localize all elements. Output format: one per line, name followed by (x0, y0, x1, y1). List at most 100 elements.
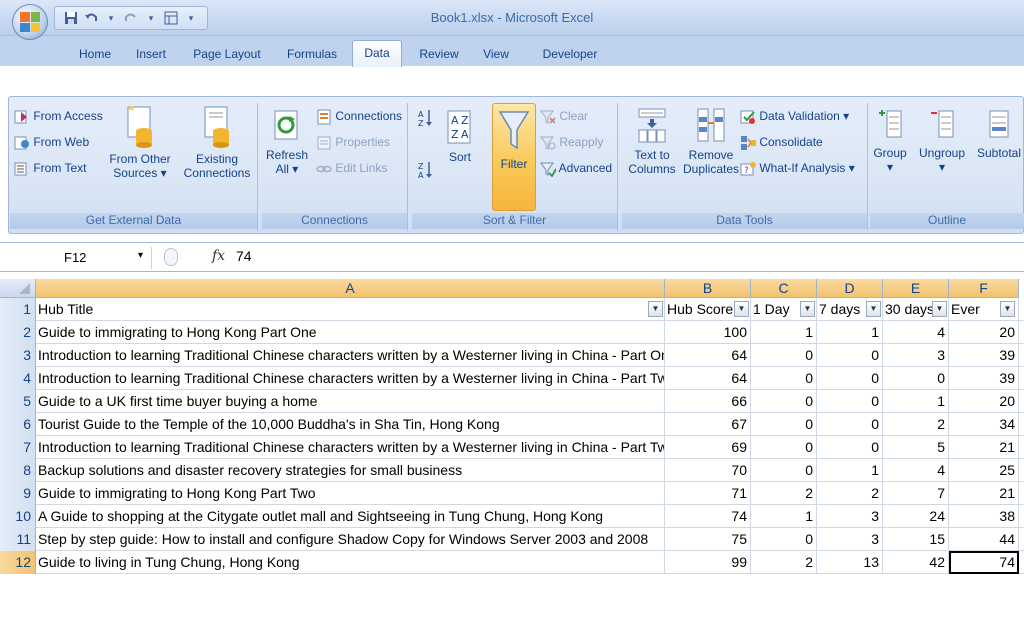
cell-hub-score[interactable]: 64 (665, 367, 751, 390)
row-number[interactable]: 4 (0, 367, 36, 390)
clear-button[interactable]: Clear (540, 109, 588, 125)
text-to-columns-button[interactable]: Text to Columns (624, 105, 680, 176)
row-number[interactable]: 1 (0, 298, 36, 321)
cell-hub-title[interactable]: Guide to immigrating to Hong Kong Part O… (36, 321, 665, 344)
consolidate-button[interactable]: Consolidate (740, 135, 823, 151)
cell-1-day[interactable]: 0 (751, 459, 817, 482)
insert-function-icon[interactable]: fx (212, 248, 225, 264)
from-text-button[interactable]: From Text (14, 161, 86, 177)
group-button[interactable]: Group ▾ (872, 105, 908, 174)
filter-dropdown-b[interactable]: ▼ (734, 301, 749, 317)
row-number[interactable]: 7 (0, 436, 36, 459)
filter-dropdown-e[interactable]: ▼ (932, 301, 947, 317)
cell-hub-title[interactable]: Guide to living in Tung Chung, Hong Kong (36, 551, 665, 574)
cell-hub-score[interactable]: 100 (665, 321, 751, 344)
from-web-button[interactable]: From Web (14, 135, 89, 151)
cell-hub-title[interactable]: Step by step guide: How to install and c… (36, 528, 665, 551)
ungroup-button[interactable]: Ungroup ▾ (914, 105, 970, 174)
row-number[interactable]: 10 (0, 505, 36, 528)
filter-dropdown-d[interactable]: ▼ (866, 301, 881, 317)
tab-data[interactable]: Data (352, 40, 402, 67)
name-box[interactable]: F12 ▾ (6, 247, 152, 269)
tab-insert[interactable]: Insert (128, 44, 174, 66)
sort-button[interactable]: AZZA Sort (440, 107, 480, 164)
formula-input[interactable]: 74 (236, 248, 252, 264)
cell-hub-title[interactable]: Tourist Guide to the Temple of the 10,00… (36, 413, 665, 436)
cell-30-days[interactable]: 2 (883, 413, 949, 436)
cell-ever[interactable]: 74 (949, 551, 1019, 574)
select-all-corner[interactable] (0, 279, 36, 298)
row-number[interactable]: 3 (0, 344, 36, 367)
cell-1-day[interactable]: 1 (751, 505, 817, 528)
cell-30-days[interactable]: 0 (883, 367, 949, 390)
formula-bar-splitter[interactable] (164, 248, 178, 266)
advanced-button[interactable]: Advanced (540, 161, 612, 177)
cell-ever[interactable]: 39 (949, 344, 1019, 367)
from-access-button[interactable]: From Access (14, 109, 103, 125)
filter-dropdown-a[interactable]: ▼ (648, 301, 663, 317)
cell-ever[interactable]: 39 (949, 367, 1019, 390)
column-header-e[interactable]: E (883, 279, 949, 298)
cell-7-days[interactable]: 0 (817, 367, 883, 390)
cell-hub-title[interactable]: Introduction to learning Traditional Chi… (36, 344, 665, 367)
cell-ever[interactable]: 34 (949, 413, 1019, 436)
tab-formulas[interactable]: Formulas (280, 44, 344, 66)
properties-button[interactable]: Properties (316, 135, 390, 151)
cell-hub-title[interactable]: A Guide to shopping at the Citygate outl… (36, 505, 665, 528)
cell-1-day[interactable]: 2 (751, 551, 817, 574)
cell-30-days[interactable]: 7 (883, 482, 949, 505)
cell-hub-score[interactable]: 71 (665, 482, 751, 505)
tab-view[interactable]: View (474, 44, 518, 66)
cell-30-days[interactable]: 3 (883, 344, 949, 367)
cell-7-days[interactable]: 13 (817, 551, 883, 574)
data-validation-button[interactable]: Data Validation ▾ (740, 109, 849, 125)
subtotal-button[interactable]: Subtotal (974, 105, 1024, 160)
cell-7-days[interactable]: 0 (817, 344, 883, 367)
from-other-sources-button[interactable]: From Other Sources ▾ (108, 105, 172, 180)
cell-7-days[interactable]: 1 (817, 321, 883, 344)
cell-7-days[interactable]: 3 (817, 528, 883, 551)
cell-ever[interactable]: 21 (949, 482, 1019, 505)
column-header-b[interactable]: B (665, 279, 751, 298)
row-number[interactable]: 11 (0, 528, 36, 551)
cell-hub-score[interactable]: 70 (665, 459, 751, 482)
tab-developer[interactable]: Developer (532, 44, 608, 66)
cell-hub-title[interactable]: Guide to a UK first time buyer buying a … (36, 390, 665, 413)
what-if-analysis-button[interactable]: ? What-If Analysis ▾ (740, 161, 855, 177)
column-header-c[interactable]: C (751, 279, 817, 298)
cell-hub-score[interactable]: 74 (665, 505, 751, 528)
row-number[interactable]: 6 (0, 413, 36, 436)
name-box-dropdown-icon[interactable]: ▾ (138, 250, 143, 261)
cell-1-day[interactable]: 0 (751, 390, 817, 413)
row-number[interactable]: 2 (0, 321, 36, 344)
filter-dropdown-c[interactable]: ▼ (800, 301, 815, 317)
cell-1-day[interactable]: 0 (751, 367, 817, 390)
filter-dropdown-f[interactable]: ▼ (1000, 301, 1015, 317)
cell-hub-score[interactable]: 75 (665, 528, 751, 551)
cell-7-days[interactable]: 0 (817, 390, 883, 413)
row-number[interactable]: 8 (0, 459, 36, 482)
column-header-a[interactable]: A (36, 279, 665, 298)
row-number[interactable]: 9 (0, 482, 36, 505)
cell-hub-score[interactable]: 66 (665, 390, 751, 413)
filter-button[interactable]: Filter (492, 103, 536, 211)
cell-1-day[interactable]: 1 (751, 321, 817, 344)
cell-ever[interactable]: 21 (949, 436, 1019, 459)
column-header-f[interactable]: F (949, 279, 1019, 298)
cell-hub-title[interactable]: Backup solutions and disaster recovery s… (36, 459, 665, 482)
sort-a-to-z-button[interactable]: AZ (418, 109, 432, 129)
cell-7-days[interactable]: 0 (817, 413, 883, 436)
cell-30-days[interactable]: 15 (883, 528, 949, 551)
cell-hub-score[interactable]: 99 (665, 551, 751, 574)
cell-hub-title[interactable]: Guide to immigrating to Hong Kong Part T… (36, 482, 665, 505)
cell-30-days[interactable]: 1 (883, 390, 949, 413)
refresh-all-button[interactable]: Refresh All ▾ (264, 107, 310, 176)
connections-button[interactable]: Connections (316, 109, 402, 125)
office-button[interactable] (12, 4, 48, 40)
cell-ever[interactable]: 38 (949, 505, 1019, 528)
cell-1-day[interactable]: 0 (751, 436, 817, 459)
tab-review[interactable]: Review (414, 44, 464, 66)
cell-7-days[interactable]: 1 (817, 459, 883, 482)
cell-hub-score[interactable]: 64 (665, 344, 751, 367)
cell-1-day[interactable]: 0 (751, 413, 817, 436)
